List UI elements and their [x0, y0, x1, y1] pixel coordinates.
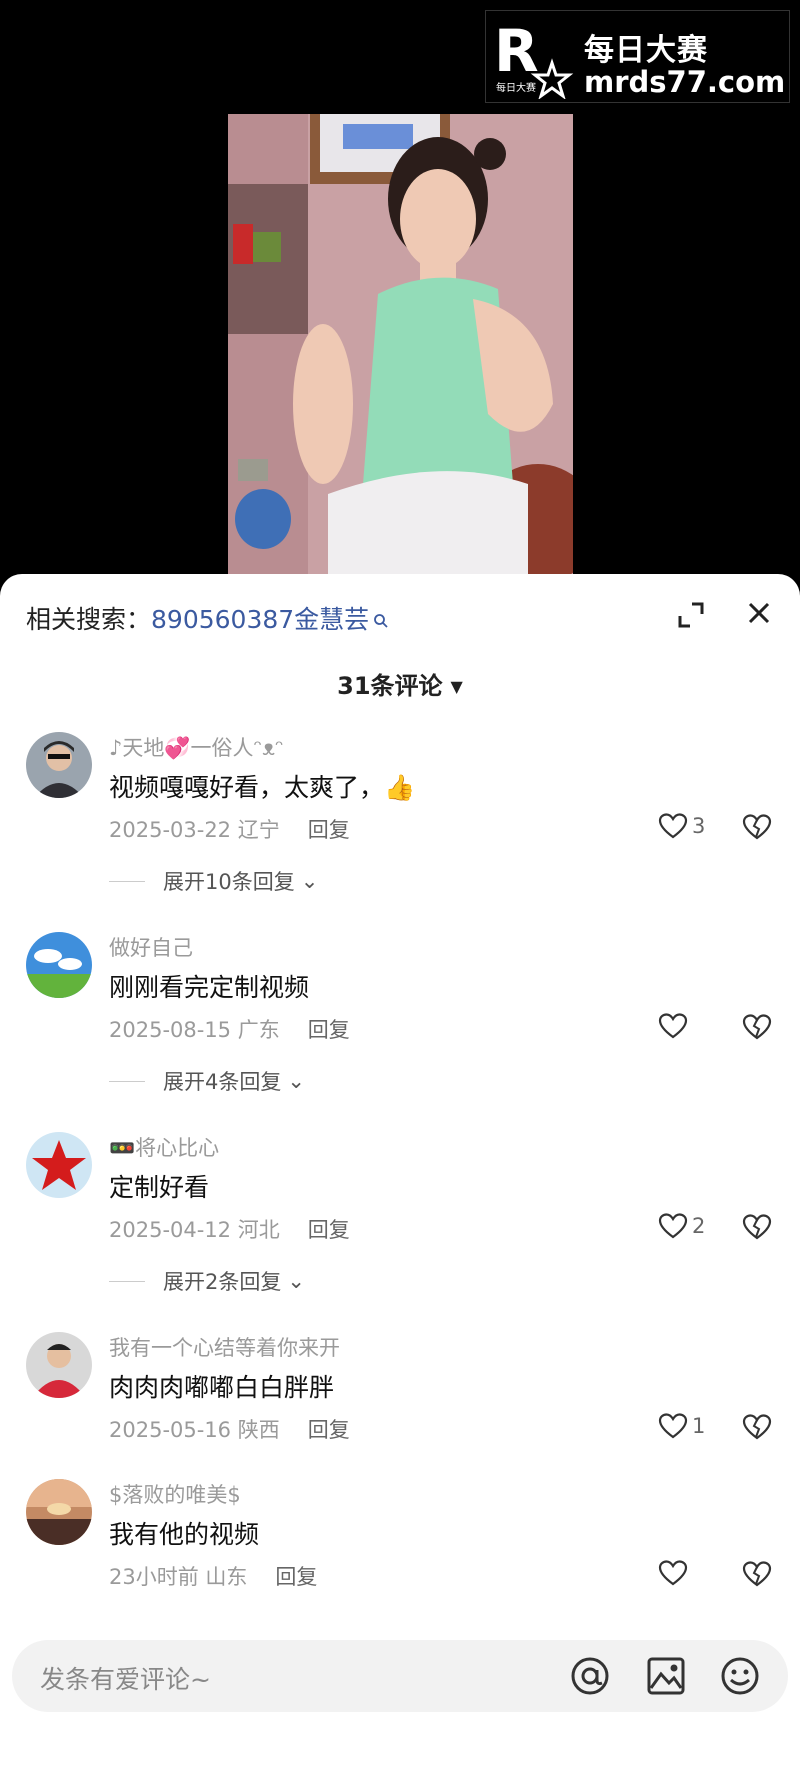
- avatar[interactable]: [26, 1132, 92, 1198]
- search-icon: [374, 614, 388, 628]
- reply-button[interactable]: 回复: [308, 1018, 350, 1042]
- comment-username[interactable]: $落败的唯美$: [109, 1479, 241, 1509]
- heart-icon: [658, 1560, 688, 1586]
- comment-meta: 2025-03-22 辽宁 回复: [109, 814, 350, 844]
- video-player[interactable]: [228, 114, 573, 574]
- broken-heart-icon[interactable]: [742, 812, 772, 842]
- like-button[interactable]: [658, 1557, 692, 1589]
- comment-date: 2025-08-15: [109, 1018, 232, 1042]
- expand-replies-label: 展开10条回复: [163, 870, 295, 894]
- divider: [109, 880, 145, 882]
- divider: [109, 1280, 145, 1282]
- reply-button[interactable]: 回复: [308, 818, 350, 842]
- comment-username[interactable]: 做好自己: [109, 932, 193, 962]
- chevron-down-icon: ⌄: [300, 869, 319, 893]
- avatar[interactable]: [26, 932, 92, 998]
- expand-replies-label: 展开2条回复: [163, 1270, 282, 1294]
- broken-heart-icon[interactable]: [742, 1559, 772, 1589]
- comment-username[interactable]: ♪天地💞一俗人ᵔᴥᵔ: [109, 732, 284, 762]
- broken-heart-icon[interactable]: [742, 1212, 772, 1242]
- comment-text: 刚刚看完定制视频: [109, 973, 310, 1002]
- comment-item: ♪天地💞一俗人ᵔᴥᵔ 视频嘎嘎好看，太爽了，👍 2025-03-22 辽宁 回复 …: [0, 732, 800, 912]
- comment-meta: 23小时前 山东 回复: [109, 1561, 317, 1591]
- comment-input-bar[interactable]: 发条有爱评论~: [12, 1640, 788, 1712]
- image-icon[interactable]: [646, 1656, 686, 1696]
- comment-date: 2025-03-22: [109, 818, 232, 842]
- comment-date: 2025-04-12: [109, 1218, 232, 1242]
- heart-icon: [658, 813, 688, 839]
- expand-replies-label: 展开4条回复: [163, 1070, 282, 1094]
- emoji-icon[interactable]: [720, 1656, 760, 1696]
- related-search[interactable]: 相关搜索：890560387金慧芸: [26, 600, 389, 636]
- at-icon[interactable]: [570, 1656, 610, 1696]
- heart-icon: [658, 1413, 688, 1439]
- svg-text:每日大赛: 每日大赛: [496, 81, 536, 94]
- comment-region: 辽宁: [237, 818, 280, 842]
- video-frame: [228, 114, 573, 574]
- related-search-query[interactable]: 890560387金慧芸: [151, 605, 369, 634]
- like-button[interactable]: 3: [658, 810, 705, 842]
- heart-icon: [658, 1013, 688, 1039]
- broken-heart-icon[interactable]: [742, 1412, 772, 1442]
- like-button[interactable]: 2: [658, 1210, 705, 1242]
- comment-text: 视频嘎嘎好看，太爽了，👍: [109, 773, 416, 802]
- related-search-label: 相关搜索：: [26, 605, 152, 634]
- comment-item: 🚥将心比心 定制好看 2025-04-12 河北 回复 2 展开2条回复 ⌄: [0, 1132, 800, 1312]
- comment-region: 山东: [205, 1565, 248, 1589]
- like-count: 1: [692, 1414, 706, 1438]
- comment-item: $落败的唯美$ 我有他的视频 23小时前 山东 回复: [0, 1479, 800, 1659]
- watermark: R 每日大赛 每日大赛 mrds77.com: [485, 10, 790, 103]
- avatar[interactable]: [26, 1332, 92, 1398]
- broken-heart-icon[interactable]: [742, 1012, 772, 1042]
- brand-logo-icon: R 每日大赛: [494, 19, 574, 99]
- comment-text: 肉肉肉嘟嘟白白胖胖: [109, 1373, 335, 1402]
- reply-button[interactable]: 回复: [275, 1565, 317, 1589]
- comment-text: 定制好看: [109, 1173, 210, 1202]
- expand-replies-button[interactable]: 展开10条回复 ⌄: [109, 866, 318, 896]
- watermark-brand: 每日大赛: [584, 33, 708, 68]
- comment-sheet: 相关搜索：890560387金慧芸 31条评论 ▼ ♪天地💞一俗人ᵔᴥᵔ 视频嘎嘎…: [0, 574, 800, 1778]
- like-button[interactable]: [658, 1010, 692, 1042]
- chevron-down-icon: ⌄: [287, 1269, 305, 1293]
- watermark-url: mrds77.com: [584, 65, 786, 99]
- comment-meta: 2025-04-12 河北 回复: [109, 1214, 350, 1244]
- close-icon[interactable]: [744, 598, 774, 628]
- comment-username[interactable]: 🚥将心比心: [109, 1132, 219, 1162]
- comment-region: 广东: [237, 1018, 280, 1042]
- caret-down-icon: ▼: [450, 677, 463, 696]
- like-count: 2: [692, 1214, 706, 1238]
- comment-date: 2025-05-16: [109, 1418, 232, 1442]
- comment-count-label: 31条评论: [337, 672, 443, 700]
- expand-replies-button[interactable]: 展开4条回复 ⌄: [109, 1066, 305, 1096]
- svg-text:R: R: [494, 19, 539, 85]
- comment-region: 陕西: [237, 1418, 280, 1442]
- avatar[interactable]: [26, 1479, 92, 1545]
- comment-meta: 2025-08-15 广东 回复: [109, 1014, 350, 1044]
- expand-replies-button[interactable]: 展开2条回复 ⌄: [109, 1266, 305, 1296]
- comment-text: 我有他的视频: [109, 1520, 260, 1549]
- like-button[interactable]: 1: [658, 1410, 705, 1442]
- comment-input[interactable]: 发条有爱评论~: [40, 1660, 211, 1696]
- comment-region: 河北: [237, 1218, 280, 1242]
- reply-button[interactable]: 回复: [308, 1418, 350, 1442]
- comment-meta: 2025-05-16 陕西 回复: [109, 1414, 350, 1444]
- reply-button[interactable]: 回复: [308, 1218, 350, 1242]
- expand-icon[interactable]: [676, 600, 706, 630]
- divider: [109, 1080, 145, 1082]
- comment-item: 做好自己 刚刚看完定制视频 2025-08-15 广东 回复 展开4条回复 ⌄: [0, 932, 800, 1112]
- avatar[interactable]: [26, 732, 92, 798]
- comment-count[interactable]: 31条评论 ▼: [0, 666, 800, 701]
- comment-date: 23小时前: [109, 1565, 199, 1589]
- like-count: 3: [692, 814, 706, 838]
- heart-icon: [658, 1213, 688, 1239]
- comment-username[interactable]: 我有一个心结等着你来开: [109, 1332, 340, 1362]
- chevron-down-icon: ⌄: [287, 1069, 305, 1093]
